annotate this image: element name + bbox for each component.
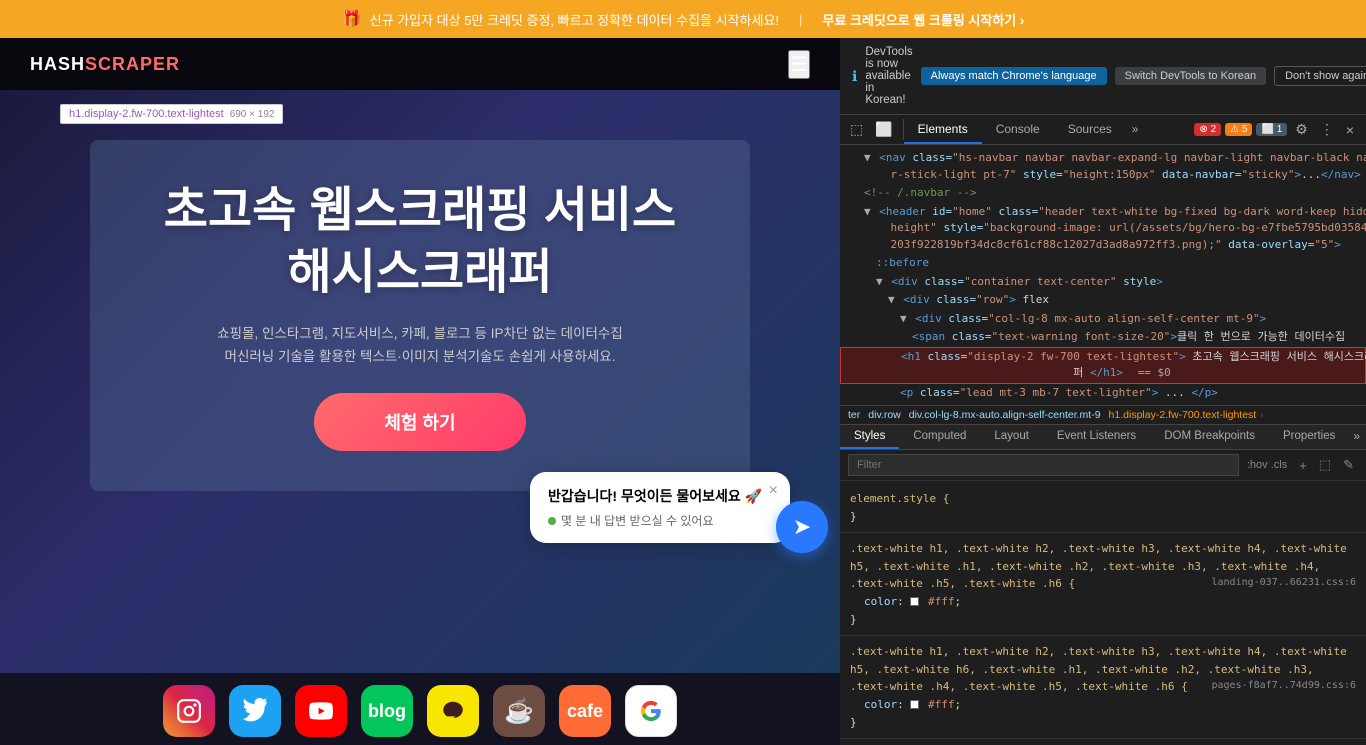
navbar-brand: HASHSCRAPER [30,54,180,75]
html-line: <div class="row"> flex [840,291,1366,310]
new-rule-button[interactable]: ✎ [1339,456,1358,474]
html-line: <!-- /.navbar --> [840,184,1366,203]
error-badge: ⊗ 2 [1194,123,1221,136]
google-icon[interactable] [625,685,677,737]
html-line: <div class="container text-center" style… [840,273,1366,292]
always-match-button[interactable]: Always match Chrome's language [921,67,1107,85]
close-devtools-button[interactable]: × [1342,120,1358,140]
styles-filter-input[interactable] [848,454,1239,476]
cafe-icon[interactable]: cafe [559,685,611,737]
devtools-html[interactable]: <nav class="hs-navbar navbar navbar-expa… [840,145,1366,405]
banner-link[interactable]: 무료 크레딧으로 웹 크롤링 시작하기 › [822,10,1024,29]
banner-separator: | [799,12,802,27]
chat-close-button[interactable]: × [769,482,778,500]
breadcrumb-item-active[interactable]: h1.display-2.fw-700.text-lightest [1109,409,1257,421]
device-toolbar-button[interactable]: ⬜ [871,119,896,140]
devtools-filter: :hov .cls + ⬚ ✎ [840,450,1366,481]
info-icon: ℹ [852,68,857,85]
devtools-tabs: Elements Console Sources » [904,115,1187,144]
warn-badge: ⚠ 5 [1225,123,1252,136]
breadcrumb-item[interactable]: ter [848,409,860,421]
notification-text: DevTools is now available in Korean! [865,46,912,106]
devtools-styles[interactable]: element.style { } .text-white h1, .text-… [840,481,1366,745]
website-panel: HASHSCRAPER ☰ h1.display-2.fw-700.text-l… [0,38,840,745]
tab-more[interactable]: » [1126,115,1145,144]
tab-elements[interactable]: Elements [904,115,982,144]
dont-show-button[interactable]: Don't show again [1274,66,1366,86]
tab-styles[interactable]: Styles [840,425,899,449]
html-line: <div class="col-lg-8 mx-auto align-self-… [840,310,1366,329]
gift-icon: 🎁 [342,9,362,29]
devtools-bottom-tabs: Styles Computed Layout Event Listeners D… [840,425,1366,450]
chat-bubble: × 반갑습니다! 무엇이든 물어보세요 🚀 몇 분 내 답변 받으실 수 있어요 [530,472,790,543]
html-line: ::before [840,254,1366,273]
hamburger-button[interactable]: ☰ [788,50,810,79]
tab-sources[interactable]: Sources [1054,115,1126,144]
toolbar-right: ⊗ 2 ⚠ 5 ⬜ 1 ⚙ ⋮ × [1186,119,1366,140]
html-line: <nav class="hs-navbar navbar navbar-expa… [840,149,1366,184]
instagram-icon[interactable] [163,685,215,737]
devtools-panel: ℹ DevTools is now available in Korean! A… [840,38,1366,745]
devtools-notification: ℹ DevTools is now available in Korean! A… [840,38,1366,115]
chat-title: 반갑습니다! 무엇이든 물어보세요 🚀 [548,486,772,506]
coffee-icon[interactable]: ☕ [493,685,545,737]
tab-console[interactable]: Console [982,115,1054,144]
navbar: HASHSCRAPER ☰ [0,38,840,90]
kakao-icon[interactable] [427,685,479,737]
tooltip-class: h1.display-2.fw-700.text-lightest [69,108,224,120]
css-rule: element.style { } [840,487,1366,528]
css-rule: .text-white h1, .text-white h2, .text-wh… [840,537,1366,631]
tab-layout[interactable]: Layout [980,425,1043,449]
info-badge: ⬜ 1 [1256,123,1287,136]
devtools-toolbar: ⬚ ⬜ Elements Console Sources » ⊗ 2 ⚠ 5 ⬜… [840,115,1366,145]
chat-online-dot [548,517,556,525]
hero-subtitle: 쇼핑몰, 인스타그램, 지도서비스, 카페, 블로그 등 IP차단 없는 데이터… [120,323,720,369]
html-line-selected: <h1 class="display-2 fw-700 text-lightes… [840,347,1366,384]
tab-dom-breakpoints[interactable]: DOM Breakpoints [1150,425,1269,449]
tooltip-dims: 690 × 192 [230,109,275,120]
settings-button[interactable]: ⚙ [1291,119,1312,140]
switch-korean-button[interactable]: Switch DevTools to Korean [1115,67,1266,85]
html-line: <p class="lead mt-3 mb-7 text-lighter"> … [840,384,1366,403]
top-banner: 🎁 신규 가입자 대상 5만 크레딧 증정, 빠르고 정확한 데이터 수집을 시… [0,0,1366,38]
tab-computed[interactable]: Computed [899,425,980,449]
tab-event-listeners[interactable]: Event Listeners [1043,425,1150,449]
add-style-button[interactable]: + [1295,456,1311,474]
youtube-icon[interactable] [295,685,347,737]
more-options-button[interactable]: ⋮ [1316,119,1338,140]
inspect-element-button[interactable]: ⬚ [846,119,867,140]
html-line: <header id="home" class="header text-whi… [840,203,1366,255]
breadcrumb-item[interactable]: div.row [868,409,900,421]
banner-text: 신규 가입자 대상 5만 크레딧 증정, 빠르고 정확한 데이터 수집을 시작하… [370,10,779,29]
hero-cta-button[interactable]: 체험 하기 [314,393,525,451]
tab-more-bottom[interactable]: » [1349,429,1364,445]
filter-actions: + ⬚ ✎ [1295,456,1358,474]
breadcrumb-arrow: › [1260,409,1264,421]
chat-fab-button[interactable]: ➤ [776,501,828,553]
app-icons-row: blog ☕ cafe [0,673,840,745]
element-tooltip: h1.display-2.fw-700.text-lightest 690 × … [60,104,283,124]
breadcrumb-item[interactable]: div.col-lg-8.mx-auto.align-self-center.m… [909,409,1101,421]
chat-subtitle: 몇 분 내 답변 받으실 수 있어요 [548,512,772,529]
hero-section: h1.display-2.fw-700.text-lightest 690 × … [0,90,840,673]
toolbar-icons: ⬚ ⬜ [840,119,904,140]
tab-properties[interactable]: Properties [1269,425,1349,449]
devtools-breadcrumb: ter div.row div.col-lg-8.mx-auto.align-s… [840,405,1366,425]
twitter-icon[interactable] [229,685,281,737]
filter-hint: :hov .cls [1247,459,1287,471]
main-layout: HASHSCRAPER ☰ h1.display-2.fw-700.text-l… [0,38,1366,745]
toggle-class-button[interactable]: ⬚ [1315,456,1335,474]
html-line: <span class="text-warning font-size-20">… [840,328,1366,347]
blog-icon[interactable]: blog [361,685,413,737]
hero-main-box: 초고속 웹스크래핑 서비스 해시스크래퍼 쇼핑몰, 인스타그램, 지도서비스, … [90,140,750,491]
hero-title: 초고속 웹스크래핑 서비스 해시스크래퍼 [120,180,720,305]
css-rule: .text-white h1, .text-white h2, .text-wh… [840,640,1366,734]
